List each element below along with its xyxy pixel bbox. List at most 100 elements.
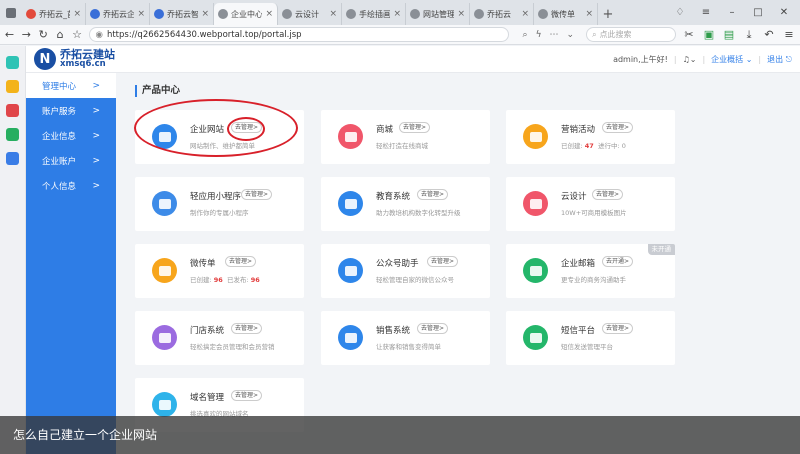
card-name: 门店系统	[190, 326, 225, 336]
tab-close-icon[interactable]: ×	[137, 9, 145, 19]
product-card-store[interactable]: 门店系统 去管理> 轻松搞定会员管理和会员营销	[135, 311, 304, 365]
mail-icon[interactable]	[6, 128, 19, 141]
eye-icon[interactable]	[6, 104, 19, 117]
close-icon[interactable]: ✕	[774, 4, 794, 22]
tab-close-icon[interactable]: ×	[393, 9, 401, 19]
skin-icon[interactable]: ♢	[670, 4, 690, 22]
overview-link[interactable]: 企业概括 ⌄	[711, 54, 752, 65]
tab-favicon-icon	[90, 9, 100, 19]
browser-tab[interactable]: 云设计 ×	[278, 3, 342, 25]
manage-button[interactable]: 去管理>	[231, 323, 263, 334]
card-desc: 更专业的商务沟通助手	[561, 276, 626, 284]
sidebar-item-company-account[interactable]: 企业账户 >	[26, 148, 116, 173]
bookmark-icon[interactable]: ▤	[722, 28, 736, 42]
product-card-cloud-design[interactable]: 云设计 去管理> 10W+可商用模板图片	[506, 177, 675, 231]
manage-button[interactable]: 去管理>	[241, 189, 273, 200]
minimize-icon[interactable]: –	[722, 4, 742, 22]
browser-tab[interactable]: 乔拓云_首×	[22, 3, 86, 25]
document-icon[interactable]	[6, 152, 19, 165]
home-icon[interactable]: ⌂	[55, 28, 66, 42]
manage-button[interactable]: 去管理>	[225, 256, 257, 267]
product-card-mall[interactable]: 商城 去管理> 轻松打造在线商城	[321, 110, 490, 164]
browser-tab[interactable]: 乔拓云企业×	[86, 3, 150, 25]
tab-close-icon[interactable]: ×	[521, 9, 529, 19]
browser-tab-active[interactable]: 企业中心 ×	[214, 3, 278, 25]
manage-button[interactable]: 去管理>	[231, 390, 263, 401]
sidebar-item-personal-info[interactable]: 个人信息 >	[26, 173, 116, 198]
product-card-flyer[interactable]: 微传单 去管理> 已创建: 96 已发布: 96	[135, 244, 304, 298]
flyer-icon	[152, 258, 177, 283]
url-text: https://q2662564430.webportal.top/portal…	[106, 29, 302, 40]
chevron-right-icon: >	[92, 180, 100, 191]
refresh-icon[interactable]: ↻	[38, 28, 49, 42]
search-icon: ⌕	[592, 29, 597, 39]
favorite-icon[interactable]: ☆	[72, 28, 83, 42]
created-label: 已创建:	[561, 142, 583, 150]
manage-button[interactable]: 去管理>	[602, 323, 634, 334]
manage-button[interactable]: 去管理>	[427, 256, 459, 267]
created-label: 已创建:	[190, 276, 212, 284]
sidebar-item-label: 企业信息	[42, 131, 77, 142]
product-card-sms[interactable]: 短信平台 去管理> 短信发送管理平台	[506, 311, 675, 365]
browser-tab[interactable]: 微传单 ×	[534, 3, 598, 25]
logout-label: 退出	[767, 54, 784, 64]
tab-close-icon[interactable]: ×	[457, 9, 465, 19]
maximize-icon[interactable]: □	[748, 4, 768, 22]
sidebar-plugin-icon[interactable]	[6, 56, 19, 69]
sidebar-item-management[interactable]: 管理中心 >	[26, 73, 116, 98]
card-desc: 轻松搞定会员管理和会员营销	[190, 343, 275, 351]
product-card-mini-program[interactable]: 轻应用小程序 去管理> 制作你的专属小程序	[135, 177, 304, 231]
greeting: admin,上午好!	[613, 54, 668, 64]
product-card-education[interactable]: 教育系统 去管理> 助力教培机构数字化转型升级	[321, 177, 490, 231]
manage-button[interactable]: 去管理>	[592, 189, 624, 200]
search-input[interactable]: ⌕ 点此搜索	[586, 27, 676, 42]
forward-icon[interactable]: →	[21, 28, 32, 42]
scissors-icon[interactable]: ✂	[682, 28, 696, 42]
browser-tab[interactable]: 乔拓云 ×	[470, 3, 534, 25]
search-page-icon[interactable]: ⌕	[523, 30, 528, 40]
product-card-wechat-assistant[interactable]: 公众号助手 去管理> 轻松管理自家的微信公众号	[321, 244, 490, 298]
product-card-email[interactable]: 企业邮箱 去开通> 更专业的商务沟通助手 未开通	[506, 244, 675, 298]
download-icon[interactable]: ⤓	[742, 28, 756, 42]
card-name: 云设计	[561, 192, 587, 202]
product-card-sales[interactable]: 销售系统 去管理> 让获客和销售变得简单	[321, 311, 490, 365]
back-icon[interactable]: ←	[4, 28, 15, 42]
manage-button[interactable]: 去管理>	[417, 189, 449, 200]
manage-button[interactable]: 去管理>	[417, 323, 449, 334]
tab-close-icon[interactable]: ×	[73, 9, 81, 19]
browser-tab-bar: 乔拓云_首× 乔拓云企业× 乔拓云智能× 企业中心× 云设计× 手绘插画× 网站…	[0, 0, 800, 25]
caption: 怎么自己建立一个企业网站	[0, 416, 800, 454]
chevron-right-icon: >	[92, 105, 100, 116]
open-button[interactable]: 去开通>	[602, 256, 634, 267]
browser-tab[interactable]: 手绘插画 ×	[342, 3, 406, 25]
sidebar-item-company-info[interactable]: 企业信息 >	[26, 123, 116, 148]
browser-menu-icon[interactable]	[0, 0, 22, 25]
address-bar[interactable]: ◉ https://q2662564430.webportal.top/port…	[88, 27, 509, 42]
manage-button[interactable]: 去管理>	[399, 122, 431, 133]
tab-close-icon[interactable]: ×	[265, 9, 273, 19]
menu-icon[interactable]: ≡	[696, 4, 716, 22]
tab-close-icon[interactable]: ×	[329, 9, 337, 19]
product-card-marketing[interactable]: 营销活动 去管理> 已创建: 47 进行中: 0	[506, 110, 675, 164]
tab-close-icon[interactable]: ×	[585, 9, 593, 19]
logo[interactable]: N 乔拓云建站 xmsq6.cn	[34, 48, 115, 70]
tab-favicon-icon	[154, 9, 164, 19]
star-icon[interactable]	[6, 80, 19, 93]
undo-icon[interactable]: ↶	[762, 28, 776, 42]
browser-tab[interactable]: 乔拓云智能×	[150, 3, 214, 25]
created-count: 96	[213, 276, 223, 284]
manage-button[interactable]: 去管理>	[602, 122, 634, 133]
tab-close-icon[interactable]: ×	[201, 9, 209, 19]
tab-favicon-icon	[282, 9, 292, 19]
new-tab-button[interactable]: +	[598, 3, 618, 25]
notification-icon[interactable]: ♫⌄	[683, 55, 697, 64]
lightning-icon[interactable]: ϟ	[536, 30, 542, 40]
browser-tab[interactable]: 网站管理 ×	[406, 3, 470, 25]
app-sidebar: 管理中心 > 账户服务 > 企业信息 > 企业账户 > 个人信息 >	[26, 73, 116, 454]
sidebar-item-account-service[interactable]: 账户服务 >	[26, 98, 116, 123]
extension-icon[interactable]: ▣	[702, 28, 716, 42]
chevron-down-icon[interactable]: ⌄	[567, 30, 575, 40]
menu-icon[interactable]: ≡	[782, 28, 796, 42]
more-icon[interactable]: ⋯	[550, 30, 559, 40]
logout-link[interactable]: 退出 ⎋	[767, 54, 792, 65]
